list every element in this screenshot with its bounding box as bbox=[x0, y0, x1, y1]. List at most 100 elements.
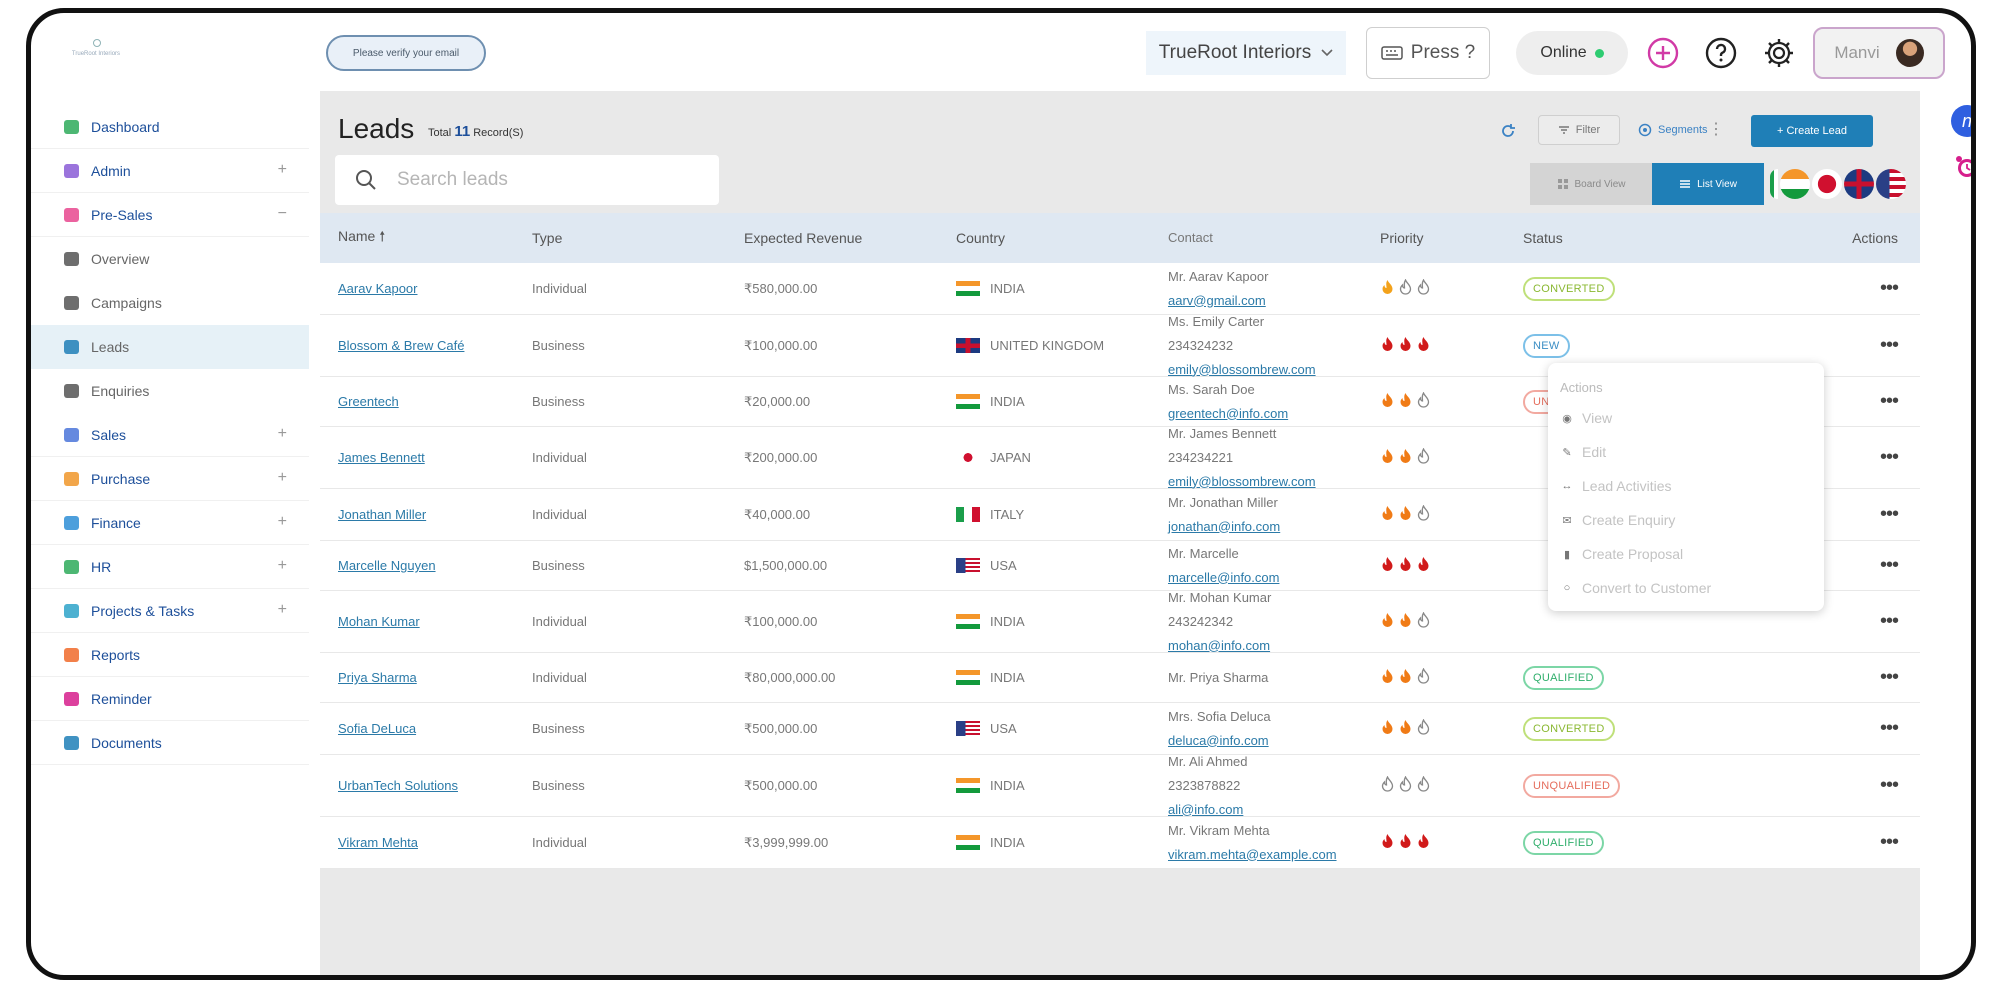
menu-item-create-proposal[interactable]: ▮ Create Proposal bbox=[1560, 537, 1812, 571]
japan-flag-icon[interactable] bbox=[1812, 169, 1842, 199]
sidebar-item-dashboard[interactable]: Dashboard bbox=[31, 105, 309, 149]
sidebar-item-pre-sales[interactable]: Pre-Sales − bbox=[31, 193, 309, 237]
table-row[interactable]: Sofia DeLuca Business ₹500,000.00 USA Mrs. S… bbox=[320, 703, 1920, 755]
assistant-icon[interactable]: n bbox=[1951, 105, 1971, 137]
lead-name-link[interactable]: James Bennett bbox=[338, 450, 425, 465]
usa-flag-icon[interactable] bbox=[1876, 169, 1906, 199]
menu-item-edit[interactable]: ✎ Edit bbox=[1560, 435, 1812, 469]
envelope-icon: ✉ bbox=[1562, 514, 1572, 527]
contact-email-link[interactable]: mohan@info.com bbox=[1168, 634, 1380, 658]
user-menu[interactable]: Manvi bbox=[1813, 27, 1945, 79]
lead-name-link[interactable]: Jonathan Miller bbox=[338, 507, 426, 522]
list-view-tab[interactable]: List View bbox=[1652, 163, 1764, 205]
table-row[interactable]: Vikram Mehta Individual ₹3,999,999.00 INDIA… bbox=[320, 817, 1920, 869]
table-row[interactable]: Priya Sharma Individual ₹80,000,000.00 INDI… bbox=[320, 653, 1920, 703]
refresh-icon[interactable] bbox=[1500, 123, 1516, 144]
country-name: INDIA bbox=[990, 614, 1025, 629]
flame-icon bbox=[1380, 612, 1395, 632]
india-flag-icon[interactable] bbox=[1780, 169, 1810, 199]
lead-name-link[interactable]: Greentech bbox=[338, 394, 399, 409]
sidebar-item-leads[interactable]: Leads bbox=[31, 325, 309, 369]
flame-icon bbox=[1380, 833, 1395, 853]
expand-icon[interactable]: + bbox=[278, 425, 287, 443]
sidebar-item-campaigns[interactable]: Campaigns bbox=[31, 281, 309, 325]
col-type[interactable]: Type bbox=[532, 230, 744, 246]
sidebar-item-reports[interactable]: Reports bbox=[31, 633, 309, 677]
sidebar-item-finance[interactable]: Finance + bbox=[31, 501, 309, 545]
col-status[interactable]: Status bbox=[1523, 230, 1773, 246]
reminder-icon bbox=[61, 690, 81, 708]
more-options-icon[interactable]: ⋮ bbox=[1708, 119, 1724, 139]
row-actions-icon[interactable]: ••• bbox=[1773, 334, 1920, 357]
sidebar-item-documents[interactable]: Documents bbox=[31, 721, 309, 765]
country-name: USA bbox=[990, 721, 1017, 736]
sidebar-item-projects-tasks[interactable]: Projects & Tasks + bbox=[31, 589, 309, 633]
expand-icon[interactable]: + bbox=[278, 601, 287, 619]
sidebar-item-sales[interactable]: Sales + bbox=[31, 413, 309, 457]
sidebar-item-hr[interactable]: HR + bbox=[31, 545, 309, 589]
shortcut-help-button[interactable]: Press ? bbox=[1366, 27, 1490, 79]
lead-revenue: $1,500,000.00 bbox=[744, 558, 828, 573]
sidebar-item-overview[interactable]: Overview bbox=[31, 237, 309, 281]
col-country[interactable]: Country bbox=[956, 230, 1168, 246]
row-actions-icon[interactable]: ••• bbox=[1773, 774, 1920, 797]
row-actions-icon[interactable]: ••• bbox=[1773, 666, 1920, 689]
italy-flag-icon[interactable] bbox=[1770, 169, 1778, 199]
sidebar-item-purchase[interactable]: Purchase + bbox=[31, 457, 309, 501]
board-view-tab[interactable]: Board View bbox=[1530, 163, 1652, 205]
sidebar-item-reminder[interactable]: Reminder bbox=[31, 677, 309, 721]
row-actions-icon[interactable]: ••• bbox=[1773, 831, 1920, 854]
menu-item-lead-activities[interactable]: ↔ Lead Activities bbox=[1560, 469, 1812, 503]
row-actions-icon[interactable]: ••• bbox=[1773, 717, 1920, 740]
menu-item-view[interactable]: ◉ View bbox=[1560, 401, 1812, 435]
lead-name-link[interactable]: Sofia DeLuca bbox=[338, 721, 416, 736]
lead-name-link[interactable]: Aarav Kapoor bbox=[338, 281, 418, 296]
expand-icon[interactable]: + bbox=[278, 557, 287, 575]
keyboard-icon bbox=[1381, 46, 1403, 60]
plus-circle-icon[interactable] bbox=[1643, 33, 1683, 73]
help-icon[interactable] bbox=[1701, 33, 1741, 73]
lead-contact: Mr. Aarav Kapoor aarv@gmail.com bbox=[1168, 265, 1380, 313]
lead-name-link[interactable]: Blossom & Brew Café bbox=[338, 338, 464, 353]
col-revenue[interactable]: Expected Revenue bbox=[744, 230, 956, 246]
col-contact[interactable]: Contact bbox=[1168, 226, 1380, 250]
segments-button[interactable]: Segments bbox=[1638, 123, 1708, 137]
lead-name-link[interactable]: Marcelle Nguyen bbox=[338, 558, 436, 573]
menu-item-create-enquiry[interactable]: ✉ Create Enquiry bbox=[1560, 503, 1812, 537]
app-logo[interactable]: TrueRoot Interiors bbox=[61, 39, 131, 69]
online-status[interactable]: Online bbox=[1516, 31, 1628, 75]
lead-name-link[interactable]: Mohan Kumar bbox=[338, 614, 420, 629]
uk-flag-icon[interactable] bbox=[1844, 169, 1874, 199]
country-flags-filter[interactable] bbox=[1770, 169, 1906, 199]
row-actions-icon[interactable]: ••• bbox=[1773, 277, 1920, 300]
lead-name-link[interactable]: Vikram Mehta bbox=[338, 835, 418, 850]
lead-name-link[interactable]: Priya Sharma bbox=[338, 670, 417, 685]
priority-indicator bbox=[1380, 611, 1523, 632]
expand-icon[interactable]: + bbox=[278, 469, 287, 487]
org-select[interactable]: TrueRoot Interiors bbox=[1146, 31, 1346, 75]
table-row[interactable]: Aarav Kapoor Individual ₹580,000.00 INDIA Mr… bbox=[320, 263, 1920, 315]
contact-email-link[interactable]: jonathan@info.com bbox=[1168, 515, 1380, 539]
expand-icon[interactable]: + bbox=[278, 161, 287, 179]
create-lead-button[interactable]: + Create Lead bbox=[1751, 115, 1873, 147]
alarm-clock-icon[interactable] bbox=[1951, 151, 1971, 183]
sidebar-item-admin[interactable]: Admin + bbox=[31, 149, 309, 193]
collapse-icon[interactable]: − bbox=[278, 205, 287, 223]
expand-icon[interactable]: + bbox=[278, 513, 287, 531]
row-actions-icon[interactable]: ••• bbox=[1773, 610, 1920, 633]
contact-line: Mr. Priya Sharma bbox=[1168, 669, 1269, 685]
flame-icon bbox=[1398, 392, 1413, 412]
filter-button[interactable]: Filter bbox=[1538, 115, 1620, 145]
search-box[interactable] bbox=[335, 155, 719, 205]
table-row[interactable]: UrbanTech Solutions Business ₹500,000.00 IN… bbox=[320, 754, 1920, 817]
sidebar-item-enquiries[interactable]: Enquiries bbox=[31, 369, 309, 413]
lead-name-link[interactable]: UrbanTech Solutions bbox=[338, 778, 458, 793]
search-input[interactable] bbox=[397, 169, 697, 191]
menu-item-convert-to-customer[interactable]: ○ Convert to Customer bbox=[1560, 571, 1812, 605]
contact-email-link[interactable]: vikram.mehta@example.com bbox=[1168, 843, 1380, 867]
gear-icon[interactable] bbox=[1759, 33, 1799, 73]
verify-email-banner[interactable]: Please verify your email bbox=[326, 35, 486, 71]
col-priority[interactable]: Priority bbox=[1380, 230, 1523, 246]
lead-contact: Mr. Mohan Kumar 243242342 mohan@info.com bbox=[1168, 586, 1380, 658]
col-name[interactable]: Name 🠕 bbox=[320, 226, 532, 250]
